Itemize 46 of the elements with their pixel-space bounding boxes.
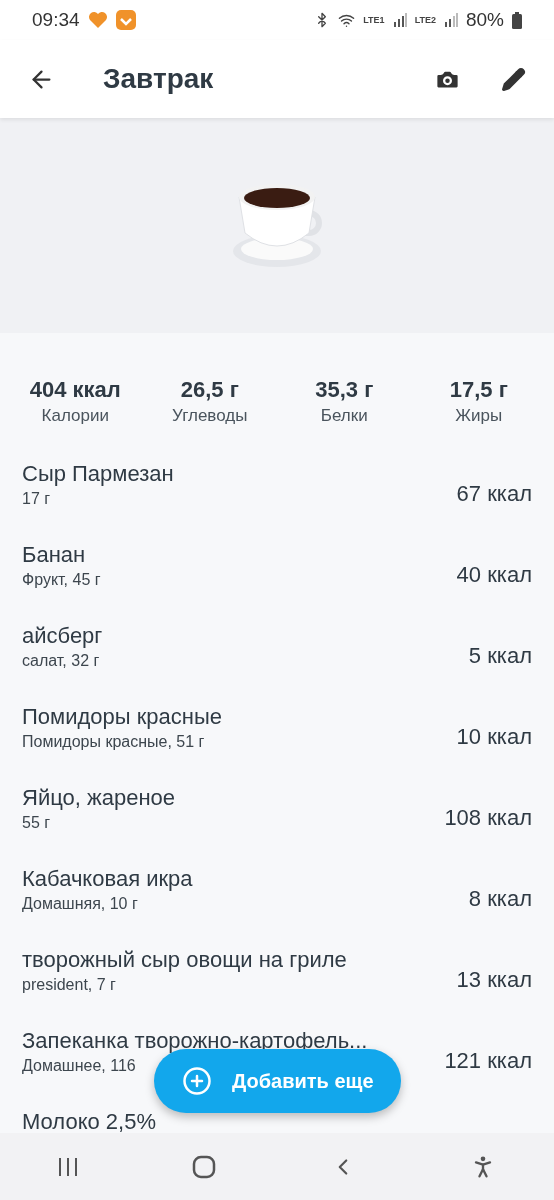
food-name: Помидоры красные (22, 703, 222, 731)
food-detail: 17 г (22, 489, 52, 509)
food-calories: 8 ккал (468, 885, 532, 913)
food-calories: 13 ккал (456, 966, 532, 994)
heart-icon (87, 11, 108, 29)
food-detail: Помидоры красные, 51 г (22, 732, 206, 752)
food-name: Яйцо, жареное (22, 784, 176, 812)
food-detail: 55 г (22, 813, 52, 833)
food-calories: 5 ккал (468, 642, 532, 670)
nutrient-label: Калории (41, 405, 109, 427)
food-detail: Домашняя, 10 г (22, 894, 139, 914)
food-name: Кабачковая икра (22, 865, 193, 893)
battery-level: 80% (465, 7, 504, 32)
food-detail: салат, 32 г (22, 651, 101, 671)
nutrient-value: 26,5 г (180, 376, 239, 404)
battery-icon (512, 11, 522, 29)
food-name: Молоко 2,5% (22, 1108, 156, 1133)
food-calories: 40 ккал (456, 561, 532, 589)
food-name: Банан (22, 541, 87, 569)
food-detail: Домашнее, 116 (22, 1056, 137, 1076)
signal-icon (443, 13, 458, 27)
nutrient-label: Углеводы (172, 405, 248, 427)
status-time: 09:34 (32, 7, 80, 32)
app-icon (115, 10, 136, 30)
signal-icon (392, 13, 407, 27)
food-name: Сыр Пармезан (22, 460, 174, 488)
food-detail: president, 7 г (22, 975, 117, 995)
nutrient-label: Белки (320, 405, 368, 427)
food-name: айсберг (22, 622, 103, 650)
home-icon[interactable] (192, 1154, 217, 1179)
food-detail: Фрукт, 45 г (22, 570, 101, 590)
nutrient-value: 17,5 г (449, 376, 508, 404)
page-title: Завтрак (103, 62, 214, 96)
nutrient-label: Жиры (455, 405, 503, 427)
food-name: творожный сыр овощи на гриле (22, 946, 347, 974)
food-calories: 10 ккал (456, 723, 532, 751)
network-label: LTE1 (363, 15, 385, 25)
nutrient-value: 404 ккал (29, 376, 121, 404)
pencil-icon (501, 66, 526, 92)
food-calories: 121 ккал (444, 1047, 532, 1075)
food-calories: 67 ккал (456, 480, 532, 508)
network-label: LTE2 (414, 15, 436, 25)
nutrient-value: 35,3 г (315, 376, 374, 404)
plus-icon (182, 1066, 212, 1096)
recent-apps-icon[interactable] (56, 1155, 79, 1178)
food-calories: 108 ккал (444, 804, 532, 832)
